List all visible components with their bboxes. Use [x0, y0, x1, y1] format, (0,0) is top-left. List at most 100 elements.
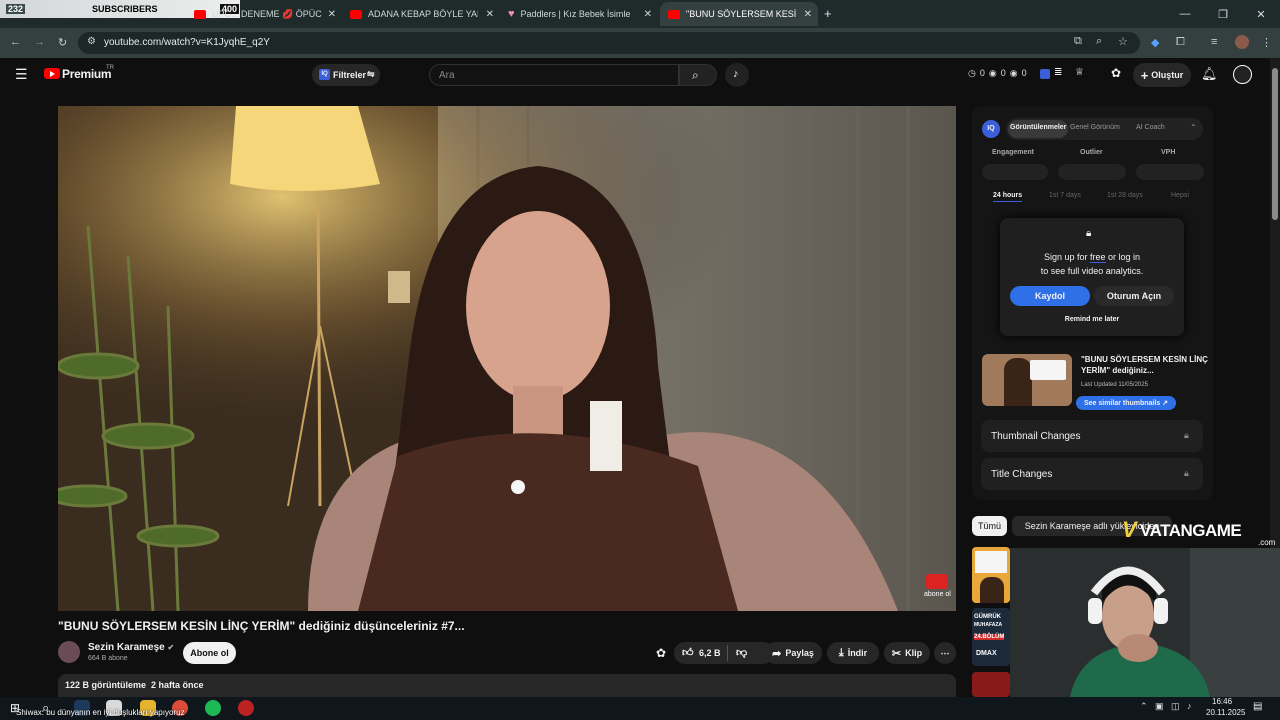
description-box[interactable]: 122 B görüntüleme 2 hafta önce — [58, 674, 956, 697]
reload-icon[interactable]: ↻ — [58, 36, 67, 49]
tab-views[interactable]: Görüntülenmeler — [1010, 124, 1066, 131]
related-video-thumbnail[interactable] — [972, 547, 1010, 603]
notification-center-icon[interactable]: ▤ — [1253, 701, 1262, 712]
share-button[interactable]: ➦ Paylaş — [764, 642, 822, 664]
tab-ai-coach[interactable]: AI Coach — [1136, 124, 1165, 131]
tab-overview[interactable]: Genel Görünüm — [1070, 124, 1120, 131]
collapse-chevron-icon[interactable]: ⌃ — [1190, 123, 1197, 132]
create-button[interactable]: + Oluştur — [1133, 63, 1191, 87]
trophy-icon[interactable]: ♕ — [1075, 67, 1084, 78]
bookmark-star-icon[interactable]: ☆ — [1118, 35, 1128, 48]
install-app-icon[interactable]: ⧉ — [1074, 35, 1082, 48]
site-info-icon[interactable]: ⚙ — [87, 36, 96, 47]
forward-icon[interactable]: → — [34, 36, 45, 48]
remind-later-link[interactable]: Remind me later — [1000, 316, 1184, 323]
scissors-icon: ✂ — [891, 647, 902, 660]
close-window-icon[interactable]: ✕ — [1242, 0, 1280, 28]
download-button[interactable]: ⤓ İndir — [827, 642, 879, 664]
browser-tab[interactable]: UPC... DENEME 💋 ÖPÜCÜK ✕ — [186, 2, 342, 26]
divider — [727, 645, 728, 661]
browser-tab[interactable]: ADANA KEBAP BÖYLE YAPILIR ✕ — [342, 2, 500, 26]
profile-avatar[interactable] — [1235, 35, 1249, 49]
close-icon[interactable]: ✕ — [328, 9, 336, 20]
related-video-thumbnail[interactable]: GÜMRÜK MUHAFAZA 24.BÖLÜM DMAX — [972, 608, 1010, 666]
list-icon[interactable]: ≣ — [1054, 67, 1062, 78]
stat-header: Engagement — [992, 149, 1035, 156]
time-tab-28d[interactable]: 1st 28 days — [1107, 192, 1143, 199]
channel-avatar[interactable] — [58, 641, 80, 663]
blurred-stat — [1136, 164, 1204, 180]
browser-tab[interactable]: ♥ Paddlers | Kız Bebek İsimleri: An ✕ — [500, 2, 658, 26]
minimize-icon[interactable]: — — [1166, 0, 1204, 28]
youtube-premium-logo[interactable]: Premium — [62, 67, 112, 81]
address-bar[interactable]: ⚙ youtube.com/watch?v=K1JyqhE_q2Y ⧉ ⌕ ☆ — [78, 32, 1140, 54]
time-tab-24h[interactable]: 24 hours — [993, 192, 1023, 202]
spotify-icon[interactable] — [205, 700, 221, 716]
register-button[interactable]: Kaydol — [1010, 286, 1090, 306]
watermark-domain: .com — [1258, 538, 1276, 547]
download-label: İndir — [847, 648, 868, 658]
chip-all-label: Tümü — [977, 521, 1001, 531]
extension-icon[interactable]: ◆ — [1151, 36, 1159, 49]
login-button[interactable]: Oturum Açın — [1094, 286, 1174, 306]
dislike-icon[interactable]: 👎︎ — [736, 646, 747, 659]
close-icon[interactable]: ✕ — [644, 9, 652, 20]
browser-tab-active[interactable]: "BUNU SÖYLERSEM KESİN LİNÇ ✕ — [660, 2, 818, 26]
notifications-bell-icon[interactable]: 🔔︎ — [1201, 66, 1218, 82]
close-icon[interactable]: ✕ — [486, 9, 494, 20]
tab-label: Paddlers | Kız Bebek İsimleri: An — [520, 9, 631, 19]
video-thumbnail[interactable] — [982, 354, 1072, 406]
extension-action-icon[interactable]: ✿ — [656, 646, 666, 660]
related-video-thumbnail[interactable] — [972, 672, 1010, 697]
search-placeholder: Ara — [439, 70, 455, 81]
counter-value: 0 — [979, 68, 985, 78]
app-icon[interactable] — [238, 700, 254, 716]
reading-list-icon[interactable]: ≡ — [1211, 36, 1217, 48]
tray-icon[interactable]: ▣ — [1155, 701, 1164, 712]
voice-search-button[interactable]: ♪ — [725, 63, 749, 87]
like-icon[interactable]: 👍︎ — [682, 646, 694, 659]
clock-time[interactable]: 16:46 — [1212, 697, 1232, 706]
zoom-icon[interactable]: ⌕ — [1096, 35, 1102, 48]
more-actions-button[interactable]: ⋯ — [934, 642, 956, 664]
close-icon[interactable]: ✕ — [804, 9, 812, 20]
scrollbar-thumb[interactable] — [1272, 68, 1278, 220]
account-avatar[interactable] — [1233, 65, 1252, 84]
share-icon: ➦ — [772, 647, 782, 660]
new-tab-button[interactable]: + — [824, 6, 832, 21]
free-link[interactable]: free — [1089, 252, 1106, 263]
search-input[interactable]: Ara — [429, 64, 679, 86]
extensions-puzzle-icon[interactable]: ⧠ — [1176, 36, 1185, 49]
youtube-logo-icon[interactable] — [44, 68, 60, 79]
thumbnail-changes-row[interactable]: Thumbnail Changes 🔒︎ — [981, 420, 1203, 452]
heart-icon: ♥ — [508, 8, 515, 20]
clock-date[interactable]: 20.11.2025 — [1206, 708, 1245, 717]
thumb-text: MUHAFAZA — [974, 622, 1003, 628]
time-tab-7d[interactable]: 1st 7 days — [1049, 192, 1081, 199]
clip-button[interactable]: ✂ Klip — [884, 642, 930, 664]
search-button[interactable]: ⌕ — [679, 64, 717, 86]
window-controls: — ❐ ✕ — [1166, 0, 1280, 28]
tray-chevron-icon[interactable]: ⌃ — [1140, 701, 1148, 712]
like-count[interactable]: 6,2 B — [699, 648, 721, 658]
channel-name[interactable]: Sezin Karameşe ✔ — [88, 642, 174, 653]
video-player[interactable]: abone ol — [58, 106, 956, 611]
time-tab-all[interactable]: Hepsi — [1171, 192, 1189, 199]
restore-icon[interactable]: ❐ — [1204, 0, 1242, 28]
filters-button[interactable]: IQ Filtreler ⇋ — [312, 64, 380, 86]
title-changes-row[interactable]: Title Changes 🔒︎ — [981, 458, 1203, 490]
stat-header: VPH — [1161, 149, 1176, 156]
hamburger-menu-icon[interactable]: ☰ — [15, 66, 28, 83]
see-similar-thumbnails-button[interactable]: See similar thumbnails ↗ — [1076, 396, 1176, 410]
youtube-icon — [194, 9, 206, 19]
chip-all[interactable]: Tümü — [972, 516, 1007, 536]
subscribe-watermark-icon[interactable] — [926, 574, 948, 589]
volume-icon[interactable]: ♪ — [1187, 701, 1192, 711]
iq-extension-icon[interactable] — [1040, 69, 1050, 79]
subscribe-button[interactable]: Abone ol — [183, 642, 236, 664]
back-icon[interactable]: ← — [10, 36, 21, 48]
puzzle-icon[interactable]: ✿ — [1111, 66, 1121, 80]
menu-dots-icon[interactable]: ⋮ — [1261, 36, 1272, 49]
thumbnail-video-title: "BUNU SÖYLERSEM KESİN LİNÇ YERİM" dediği… — [1081, 355, 1208, 375]
network-icon[interactable]: ◫ — [1171, 701, 1180, 712]
